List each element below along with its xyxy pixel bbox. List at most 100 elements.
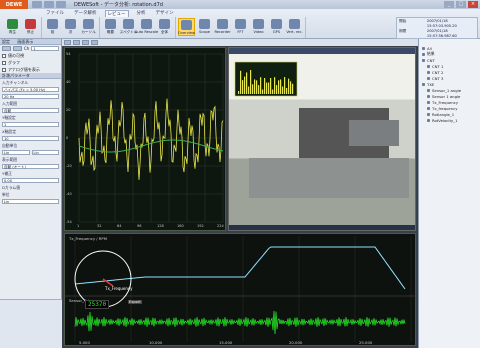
channel-tree-item[interactable]: RotVelocity_1: [419, 117, 480, 123]
frequency-select[interactable]: 20 Hz: [2, 94, 59, 99]
recorder-icon: [217, 19, 228, 29]
ribbon-group-view: 概要 スペクトル Auto Rescale 全体: [100, 17, 176, 38]
fft-bar: [264, 77, 266, 94]
auto-rescale-button[interactable]: Auto Rescale: [135, 18, 158, 34]
next-icon: [65, 19, 76, 29]
cursor-button[interactable]: カーソル: [80, 18, 97, 35]
tab-design[interactable]: デザイン: [154, 10, 176, 16]
fft-bar: [250, 70, 252, 94]
add-button[interactable]: [2, 46, 11, 51]
ribbon: ファイル データ解析 レビュー 分析 デザイン 再生 停止 前 次 カーソル 概…: [0, 9, 480, 43]
rpm-readout: 25370: [85, 300, 110, 309]
display-toolbar: [62, 39, 418, 46]
store-info-row: 期間 2007/01/18 15:57:56.987.60: [399, 29, 457, 38]
input-range-select[interactable]: 自動: [2, 108, 59, 113]
zoom-out-icon[interactable]: [73, 40, 80, 45]
channel-icon: [422, 82, 425, 86]
field-label: Y補正: [2, 171, 12, 176]
field-label: 単位: [2, 192, 10, 197]
analog-checkbox[interactable]: [2, 67, 6, 72]
fft-bar: [248, 86, 250, 94]
channel-icon: [427, 106, 430, 110]
video-controls[interactable]: [229, 225, 415, 230]
channel-icon: [427, 76, 430, 80]
recorder-display[interactable]: Tx_Frequency / RPM Sensor_1 / g Tx_Frequ…: [64, 233, 417, 346]
fit-icon[interactable]: [91, 40, 98, 45]
ribbon-tabs: ファイル データ解析 レビュー 分析 デザイン: [44, 9, 176, 17]
display-tab[interactable]: 画面表示: [17, 39, 33, 44]
field-label: 入力範囲: [2, 101, 18, 106]
option-row: 値の可視: [0, 52, 61, 59]
scope-button[interactable]: Scope: [196, 18, 213, 34]
play-button[interactable]: 再生: [4, 18, 21, 35]
field-label: 自動単位: [2, 143, 18, 148]
scale-select[interactable]: Lin: [31, 150, 59, 155]
pan-icon[interactable]: [82, 40, 89, 45]
save-icon[interactable]: [32, 1, 42, 8]
minimize-button[interactable]: _: [444, 1, 454, 8]
tab-data-analysis[interactable]: データ解析: [72, 10, 99, 16]
field-row: ハイパス (Fc = 5.00 Hz): [0, 86, 61, 93]
channel-icon: [427, 94, 430, 98]
fft-button[interactable]: FFT: [232, 18, 249, 34]
y-offset-field[interactable]: 0.00: [2, 178, 59, 183]
tab-analysis[interactable]: 分析: [135, 10, 148, 16]
export-button[interactable]: Export: [128, 300, 142, 304]
overview-screen-button[interactable]: Overview: [178, 18, 195, 36]
time-domain-plot[interactable]: 54 40 20 0 -20 -40 -54 1 32 64 96 128 160 192 224: [64, 47, 226, 231]
visible-label: 値の可視: [8, 52, 24, 58]
x-tick-label: 128: [157, 224, 164, 228]
x-tick-label: 224: [217, 224, 224, 228]
y-axis-field[interactable]: 1: [2, 122, 59, 127]
field-label: Y軸設定: [2, 115, 16, 120]
prev-button[interactable]: 前: [44, 18, 61, 35]
channel-icon: [422, 46, 425, 50]
auto-unit-select[interactable]: Lin: [2, 150, 30, 155]
window-controls: _ □ ×: [444, 1, 478, 8]
time-tick-label: 25.000: [359, 340, 373, 345]
app-logo[interactable]: DEWE: [0, 0, 28, 9]
tab-file[interactable]: ファイル: [44, 10, 66, 16]
full-button[interactable]: 全体: [156, 18, 173, 35]
fft-bar: [260, 77, 262, 94]
channel-icon: [427, 70, 430, 74]
video-button[interactable]: Video: [250, 18, 267, 34]
maximize-button[interactable]: □: [456, 1, 466, 8]
graph-checkbox[interactable]: [2, 60, 6, 65]
close-button[interactable]: ×: [468, 1, 478, 8]
vert-rec-button[interactable]: Vert. rec.: [286, 18, 303, 34]
x-tick-label: 32: [97, 224, 102, 228]
option-row: グラフ: [0, 59, 61, 66]
store-info-row: 開始 2007/01/18 15:57:03.905.20: [399, 19, 457, 28]
recorder-button[interactable]: Recorder: [214, 18, 231, 34]
visible-checkbox[interactable]: [2, 53, 6, 58]
ribbon-group-screens: Overview Scope Recorder FFT Video GPS Ve…: [176, 17, 306, 38]
input-channel-select[interactable]: ハイパス (Fc = 5.00 Hz): [2, 87, 59, 92]
rescale-icon: [141, 19, 152, 29]
remove-button[interactable]: [13, 46, 22, 51]
overview-button[interactable]: 概要: [102, 18, 119, 35]
undo-icon[interactable]: [44, 1, 54, 8]
vert-rec-icon: [289, 19, 300, 29]
unit-select[interactable]: Lin: [2, 199, 59, 204]
channel-field[interactable]: 1: [31, 46, 59, 51]
graph-label: グラフ: [8, 59, 20, 65]
fft-bar: [276, 85, 278, 94]
next-button[interactable]: 次: [62, 18, 79, 35]
play-icon: [7, 19, 18, 29]
fft-bar: [244, 76, 246, 94]
redo-icon[interactable]: [56, 1, 66, 8]
gps-button[interactable]: GPS: [268, 18, 285, 34]
settings-tab[interactable]: 設定: [2, 39, 10, 44]
y-tick-label: 54: [66, 52, 71, 56]
x-axis-field[interactable]: 10: [2, 136, 59, 141]
x-tick-label: 96: [137, 224, 142, 228]
zoom-in-icon[interactable]: [64, 40, 71, 45]
stop-button[interactable]: 停止: [22, 18, 39, 35]
upper-plot-label: Tx_Frequency / RPM: [69, 236, 107, 241]
video-display[interactable]: [228, 47, 416, 231]
display-range-select[interactable]: 自動 (オート): [2, 164, 59, 169]
tab-review[interactable]: レビュー: [104, 9, 129, 17]
ribbon-group-navigation: 前 次 カーソル: [42, 17, 100, 38]
spectrum-icon: [123, 19, 134, 29]
